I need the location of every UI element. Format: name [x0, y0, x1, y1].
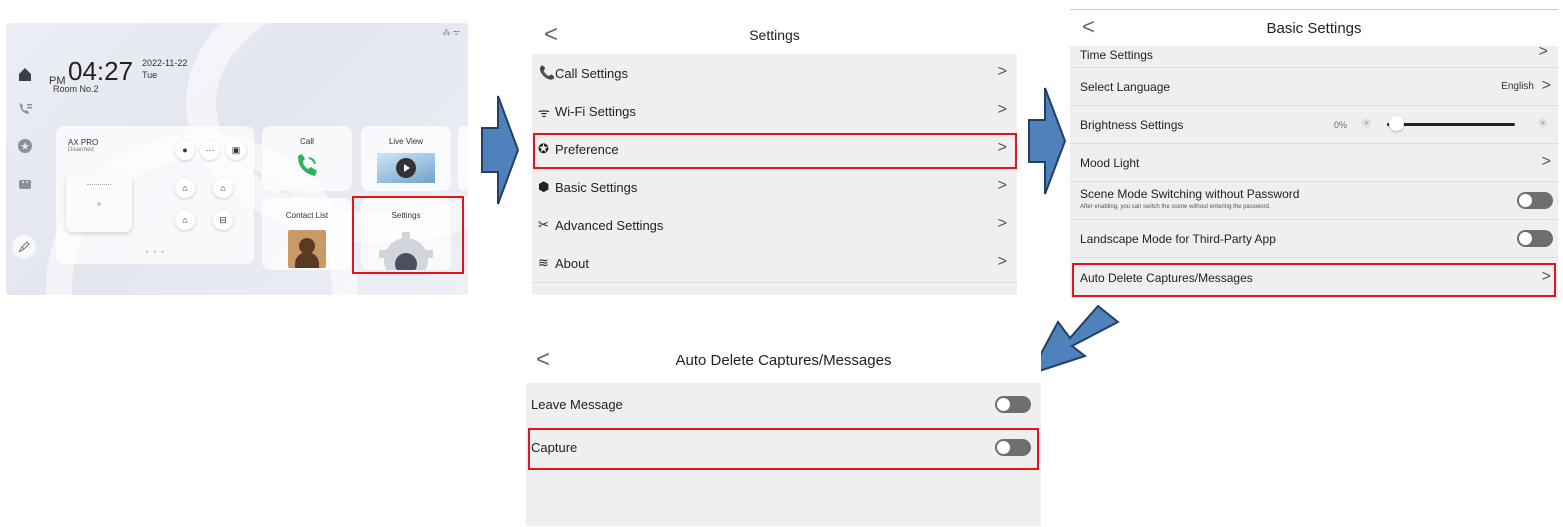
chevron-right-icon: > [997, 63, 1007, 80]
contact-list-tile-label: Contact List [285, 211, 329, 220]
message-icon[interactable] [14, 173, 36, 195]
live-view-tile[interactable]: Live View [361, 126, 451, 191]
hexagon-icon: ⬢ [538, 179, 550, 194]
scene-mode-toggle[interactable] [1517, 192, 1553, 209]
weekday-text: Tue [142, 70, 158, 80]
settings-item-advanced[interactable]: ✂ Advanced Settings > [532, 206, 1017, 245]
date-text: 2022-11-22 [142, 58, 188, 68]
away-arm-icon[interactable]: ⌂ [175, 178, 195, 198]
contact-list-tile[interactable]: Contact List [262, 198, 352, 270]
brightness-slider-handle[interactable] [1389, 116, 1404, 131]
status-bar-icons: ⁂ ᯤ [442, 28, 460, 37]
basic-item-scene-mode: Scene Mode Switching without Password Af… [1070, 182, 1558, 220]
contact-book-icon [288, 230, 326, 268]
broom-icon[interactable] [12, 235, 36, 259]
basic-item-landscape: Landscape Mode for Third-Party App [1070, 220, 1558, 258]
basic-settings-screen: Time Settings > < Basic Settings Select … [1070, 9, 1558, 298]
home-screen: ⁂ ᯤ PM 04:27 2022-11-22 Tue Room No.2 AX… [6, 23, 468, 295]
clear-alarm-icon[interactable]: ⊟ [213, 210, 233, 230]
scene-mode-description: After enabling, you can switch the scene… [1080, 204, 1271, 210]
auto-delete-item-leave-message: Leave Message [526, 383, 1041, 427]
auto-delete-item-label: Leave Message [531, 397, 623, 412]
phone-list-icon[interactable] [14, 98, 36, 120]
page-title: Auto Delete Captures/Messages [675, 352, 892, 369]
wifi-icon: ᯤ [538, 105, 550, 120]
sun-bright-icon: ☀ [1536, 115, 1549, 131]
auto-delete-screen: < Auto Delete Captures/Messages Leave Me… [526, 338, 1041, 526]
play-icon [396, 158, 416, 178]
chevron-right-icon: > [1541, 77, 1551, 94]
tools-icon: ✂ [538, 217, 549, 232]
highlight-preference [533, 133, 1017, 169]
auto-delete-header: < Auto Delete Captures/Messages [526, 338, 1041, 383]
basic-item-label: Select Language [1080, 80, 1171, 94]
settings-item-label: About [555, 256, 589, 271]
basic-item-brightness: Brightness Settings 0% ☀ ☀ [1070, 106, 1558, 144]
extra-tile-edge [458, 126, 468, 191]
basic-header: < Basic Settings [1070, 9, 1558, 46]
alarm-card-status: Disarmed [68, 147, 94, 153]
settings-item-call[interactable]: 📞 Call Settings > [532, 54, 1017, 93]
clock-date: 2022-11-22 Tue [142, 57, 187, 81]
basic-item-label: Brightness Settings [1080, 118, 1184, 132]
landscape-mode-toggle[interactable] [1517, 230, 1553, 247]
call-tile[interactable]: Call [262, 126, 352, 191]
stay-arm-icon[interactable]: ⌂ [213, 178, 233, 198]
language-value: English [1501, 81, 1534, 92]
settings-item-label: Call Settings [555, 66, 628, 81]
settings-item-about[interactable]: ≋ About > [532, 244, 1017, 283]
chevron-right-icon: > [997, 253, 1007, 270]
layers-icon: ≋ [538, 255, 549, 270]
page-title: Settings [749, 27, 800, 43]
chevron-right-icon: > [1541, 153, 1551, 170]
highlight-auto-delete [1072, 263, 1556, 297]
chevron-right-icon: > [997, 101, 1007, 118]
disarm-icon[interactable]: ⌂ [175, 210, 195, 230]
flow-arrow-right [480, 94, 520, 206]
room-label: Room No.2 [53, 84, 99, 94]
sun-dim-icon: ☀ [1360, 115, 1373, 131]
settings-item-basic[interactable]: ⬢ Basic Settings > [532, 168, 1017, 207]
settings-item-wifi[interactable]: ᯤ Wi-Fi Settings > [532, 92, 1017, 131]
settings-item-label: Wi-Fi Settings [555, 104, 636, 119]
settings-screen: < Settings 📞 Call Settings > ᯤ Wi-Fi Set… [532, 16, 1017, 295]
settings-item-label: Basic Settings [555, 180, 638, 195]
basic-item-label: Time Settings [1080, 48, 1153, 62]
basic-item-label: Mood Light [1080, 156, 1140, 170]
settings-header: < Settings [532, 16, 1017, 54]
chevron-right-icon: > [997, 177, 1007, 194]
home-icon[interactable] [14, 63, 36, 85]
chevron-right-icon: > [997, 215, 1007, 232]
basic-item-label: Scene Mode Switching without Password [1080, 187, 1300, 201]
clock-time: 04:27 [68, 56, 134, 86]
phone-icon: 📞 [539, 65, 556, 80]
star-circle-icon[interactable] [14, 135, 36, 157]
live-view-thumbnail [377, 153, 435, 183]
panel-icon[interactable]: ▣ [226, 140, 246, 160]
page-dots: • • • [146, 250, 166, 256]
brightness-value: 0% [1334, 120, 1348, 130]
highlight-capture [528, 428, 1039, 470]
settings-item-label: Advanced Settings [555, 218, 664, 233]
basic-item-label: Landscape Mode for Third-Party App [1080, 232, 1276, 246]
highlight-settings-tile [352, 196, 464, 274]
basic-item-mood-light[interactable]: Mood Light > [1070, 144, 1558, 182]
alarm-device-image [66, 174, 132, 232]
flow-arrow-right [1027, 86, 1067, 196]
call-tile-label: Call [300, 137, 314, 146]
basic-item-language[interactable]: Select Language English > [1070, 68, 1558, 106]
user-icon[interactable]: ● [175, 140, 195, 160]
alarm-card-title: AX PRO [68, 138, 99, 147]
phone-icon [298, 154, 317, 176]
page-title: Basic Settings [1266, 20, 1362, 37]
more-icon[interactable]: ⋯ [200, 140, 220, 160]
alarm-panel-card[interactable]: AX PRO Disarmed ● ⋯ ▣ ⌂ ⌂ ⌂ ⊟ • • • [56, 126, 254, 264]
leave-message-toggle[interactable] [995, 396, 1031, 413]
brightness-slider-track[interactable] [1387, 123, 1515, 126]
live-view-tile-label: Live View [388, 137, 424, 146]
